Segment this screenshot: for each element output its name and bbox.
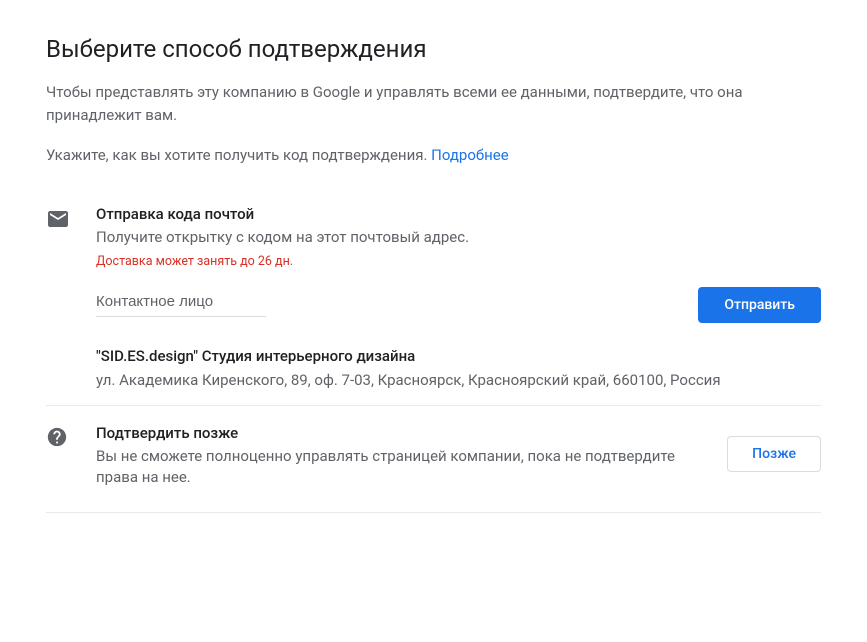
mail-icon	[46, 207, 70, 231]
contact-input-row: Отправить	[96, 287, 821, 323]
instruction-text: Укажите, как вы хотите получить код подт…	[46, 146, 431, 164]
learn-more-link[interactable]: Подробнее	[431, 146, 509, 164]
send-button[interactable]: Отправить	[698, 287, 821, 323]
later-button[interactable]: Позже	[727, 436, 821, 472]
mail-option-section: Отправка кода почтой Получите открытку с…	[46, 191, 821, 406]
page-description: Чтобы представлять эту компанию в Google…	[46, 81, 821, 126]
page-instruction: Укажите, как вы хотите получить код подт…	[46, 144, 821, 167]
later-option-content: Подтвердить позже Вы не сможете полноцен…	[96, 424, 727, 494]
business-address: ул. Академика Киренского, 89, оф. 7-03, …	[96, 369, 821, 392]
page-title: Выберите способ подтверждения	[46, 35, 821, 63]
help-icon-cell	[46, 424, 96, 452]
mail-option-subtitle: Получите открытку с кодом на этот почтов…	[96, 227, 821, 248]
business-name: "SID.ES.design" Студия интерьерного диза…	[96, 347, 821, 365]
later-option-section: Подтвердить позже Вы не сможете полноцен…	[46, 406, 821, 512]
help-circle-icon	[46, 426, 68, 448]
mail-icon-cell	[46, 205, 96, 235]
mail-option-content: Отправка кода почтой Получите открытку с…	[96, 205, 821, 392]
delivery-warning: Доставка может занять до 26 дн.	[96, 254, 821, 269]
later-button-cell: Позже	[727, 424, 821, 472]
mail-option-title: Отправка кода почтой	[96, 205, 821, 223]
divider-bottom	[46, 512, 821, 513]
later-option-subtitle: Вы не сможете полноценно управлять стран…	[96, 446, 707, 488]
later-option-title: Подтвердить позже	[96, 424, 707, 442]
contact-input[interactable]	[96, 287, 266, 317]
